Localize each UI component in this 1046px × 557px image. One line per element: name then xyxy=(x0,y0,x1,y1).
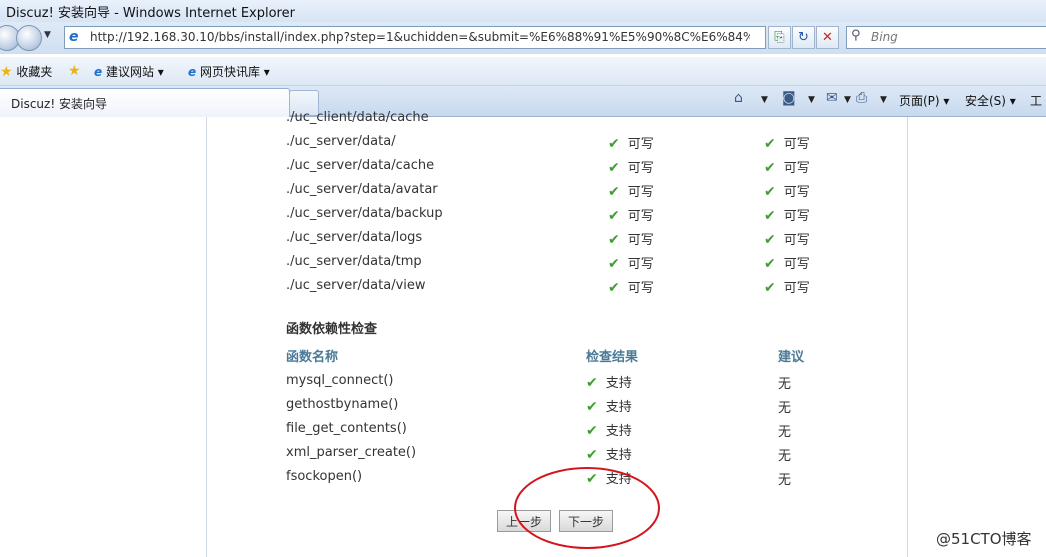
dir-current-status: ✔ 可写 xyxy=(608,232,654,248)
func-row-advice: 无 xyxy=(778,473,792,488)
search-placeholder: Bing xyxy=(871,30,898,44)
rss-feed-icon[interactable]: ◙ xyxy=(782,90,796,106)
add-favorite-icon[interactable]: ★ xyxy=(68,63,81,79)
tab-bar: Discuz! 安装向导 ⌂ ▼ ◙ ▼ ✉ ▼ ⎙ ▼ 页面(P) ▾ 安全(… xyxy=(0,86,1046,117)
stop-button[interactable]: ✕ xyxy=(816,26,839,49)
favorites-star-icon: ★ xyxy=(0,64,13,80)
check-icon: ✔ xyxy=(586,375,598,391)
favorites-button[interactable]: ★ 收藏夹 xyxy=(0,63,52,80)
dir-required-status: ✔ 可写 xyxy=(764,136,810,152)
check-icon: ✔ xyxy=(608,136,620,152)
safety-menu[interactable]: 安全(S) ▾ xyxy=(965,92,1016,109)
ie-page-icon: e xyxy=(94,65,103,79)
home-icon[interactable]: ⌂ xyxy=(734,90,743,106)
favorites-bar: ★ 收藏夹 ★ e 建议网站 ▾ e 网页快讯库 ▾ xyxy=(0,57,1046,86)
func-row-name: mysql_connect() xyxy=(286,373,394,388)
tab-discuz-install[interactable]: Discuz! 安装向导 xyxy=(0,88,290,117)
func-row-result: ✔ 支持 xyxy=(586,423,632,439)
annotation-ellipse xyxy=(514,467,660,549)
refresh-button[interactable]: ↻ xyxy=(792,26,815,49)
func-row-name: file_get_contents() xyxy=(286,421,407,436)
url-text[interactable]: http://192.168.30.10/bbs/install/index.p… xyxy=(90,30,750,44)
dir-required-status: ✔ 可写 xyxy=(764,256,810,272)
home-dropdown-icon[interactable]: ▼ xyxy=(761,95,768,105)
check-icon: ✔ xyxy=(608,232,620,248)
func-row-advice: 无 xyxy=(778,425,792,440)
dir-row-name: ./uc_server/data/avatar xyxy=(286,182,438,197)
check-icon: ✔ xyxy=(586,399,598,415)
mail-dropdown-icon[interactable]: ▼ xyxy=(844,95,851,105)
window-title: Discuz! 安装向导 - Windows Internet Explorer xyxy=(6,6,295,21)
check-icon: ✔ xyxy=(764,184,776,200)
check-icon: ✔ xyxy=(608,208,620,224)
check-icon: ✔ xyxy=(764,136,776,152)
favorite-web-slice-gallery[interactable]: e 网页快讯库 ▾ xyxy=(188,63,270,80)
compatibility-view-button[interactable]: ⎘ xyxy=(768,26,791,49)
check-icon: ✔ xyxy=(608,184,620,200)
func-row-name: gethostbyname() xyxy=(286,397,399,412)
check-icon: ✔ xyxy=(608,280,620,296)
dir-row-name: ./uc_server/data/logs xyxy=(286,230,423,245)
watermark: @51CTO博客 xyxy=(936,530,1032,548)
print-icon[interactable]: ⎙ xyxy=(856,90,867,106)
check-icon: ✔ xyxy=(586,447,598,463)
check-icon: ✔ xyxy=(764,256,776,272)
dir-required-status: ✔ 可写 xyxy=(764,208,810,224)
dir-current-status: ✔ 可写 xyxy=(608,160,654,176)
ie-page-icon: e xyxy=(69,29,79,45)
func-row-result: ✔ 支持 xyxy=(586,447,632,463)
mail-icon[interactable]: ✉ xyxy=(826,90,838,106)
dir-current-status: ✔ 可写 xyxy=(608,280,654,296)
address-toolbar: ▼ e http://192.168.30.10/bbs/install/ind… xyxy=(0,22,1046,54)
dir-required-status: ✔ 可写 xyxy=(764,280,810,296)
check-icon: ✔ xyxy=(586,423,598,439)
search-icon: ⚲ xyxy=(851,28,861,43)
check-icon: ✔ xyxy=(764,232,776,248)
ie-page-icon: e xyxy=(188,65,197,79)
dir-row-name: ./uc_server/data/tmp xyxy=(286,254,422,269)
func-row-advice: 无 xyxy=(778,401,792,416)
dir-row-partial: ./uc_client/data/cache xyxy=(286,110,429,125)
func-row-name: fsockopen() xyxy=(286,469,363,484)
check-icon: ✔ xyxy=(764,280,776,296)
check-icon: ✔ xyxy=(608,160,620,176)
func-row-name: xml_parser_create() xyxy=(286,445,417,460)
forward-button[interactable] xyxy=(16,25,42,51)
dir-row-name: ./uc_server/data/cache xyxy=(286,158,435,173)
page-menu[interactable]: 页面(P) ▾ xyxy=(899,92,949,109)
check-icon: ✔ xyxy=(764,208,776,224)
dir-current-status: ✔ 可写 xyxy=(608,256,654,272)
dir-required-status: ✔ 可写 xyxy=(764,184,810,200)
recent-pages-dropdown-icon[interactable]: ▼ xyxy=(44,30,51,40)
favorite-suggested-sites[interactable]: e 建议网站 ▾ xyxy=(94,63,164,80)
dir-row-name: ./uc_server/data/backup xyxy=(286,206,443,221)
address-bar[interactable]: e http://192.168.30.10/bbs/install/index… xyxy=(64,26,766,49)
check-icon: ✔ xyxy=(608,256,620,272)
dir-row-name: ./uc_server/data/view xyxy=(286,278,426,293)
func-row-advice: 无 xyxy=(778,377,792,392)
tab-title: Discuz! 安装向导 xyxy=(11,97,107,111)
dir-required-status: ✔ 可写 xyxy=(764,232,810,248)
search-box[interactable]: ⚲ Bing xyxy=(846,26,1046,49)
section-title-func-check: 函数依赖性检查 xyxy=(286,322,378,337)
col-header-advice: 建议 xyxy=(778,350,805,365)
func-row-result: ✔ 支持 xyxy=(586,375,632,391)
dir-current-status: ✔ 可写 xyxy=(608,136,654,152)
dir-row-name: ./uc_server/data/ xyxy=(286,134,396,149)
print-dropdown-icon[interactable]: ▼ xyxy=(880,95,887,105)
col-header-func-name: 函数名称 xyxy=(286,350,339,365)
tools-menu[interactable]: 工 xyxy=(1030,92,1042,109)
window-titlebar: Discuz! 安装向导 - Windows Internet Explorer xyxy=(0,0,1046,22)
func-row-result: ✔ 支持 xyxy=(586,399,632,415)
dir-current-status: ✔ 可写 xyxy=(608,184,654,200)
func-row-advice: 无 xyxy=(778,449,792,464)
dir-required-status: ✔ 可写 xyxy=(764,160,810,176)
dir-current-status: ✔ 可写 xyxy=(608,208,654,224)
col-header-check-result: 检查结果 xyxy=(586,350,639,365)
feeds-dropdown-icon[interactable]: ▼ xyxy=(808,95,815,105)
check-icon: ✔ xyxy=(764,160,776,176)
